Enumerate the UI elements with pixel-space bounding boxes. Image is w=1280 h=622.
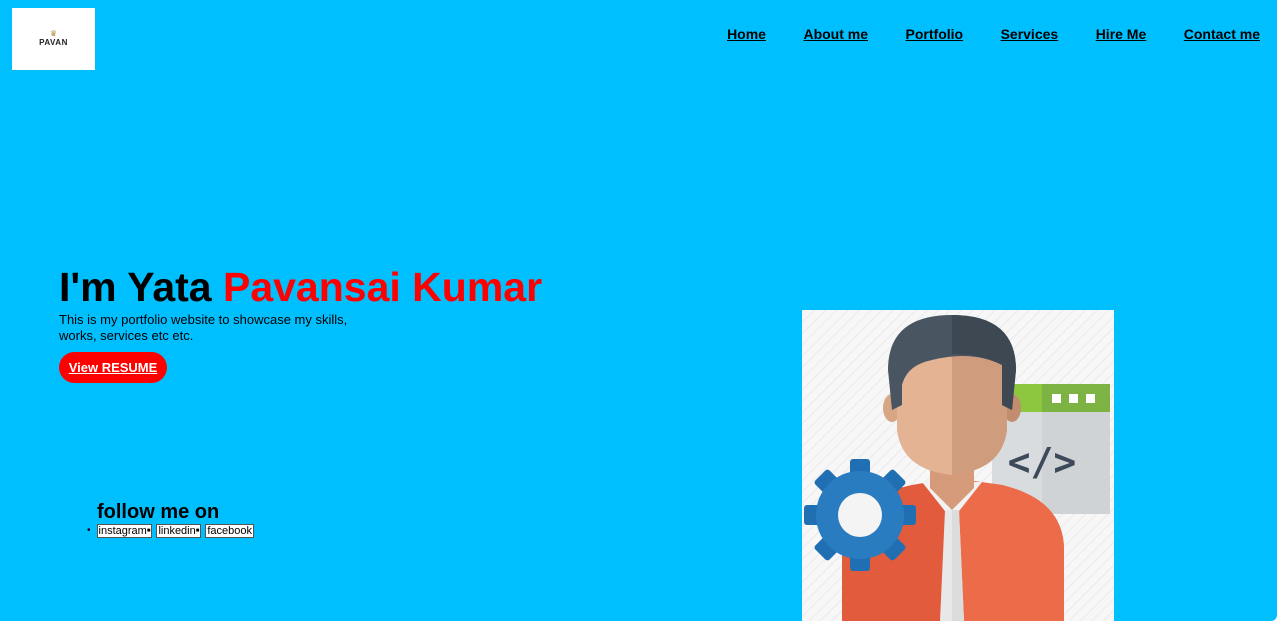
- instagram-label: instagram: [98, 525, 147, 537]
- developer-illustration: </>: [802, 310, 1114, 621]
- logo-text: PAVAN: [39, 38, 68, 47]
- nav-link-about[interactable]: About me: [803, 26, 868, 42]
- hero-description: This is my portfolio website to showcase…: [59, 312, 348, 343]
- list-bullet: •: [87, 525, 91, 537]
- nav-link-portfolio[interactable]: Portfolio: [906, 26, 964, 42]
- page-background: ♛ PAVAN Home About me Portfolio Services…: [0, 0, 1277, 621]
- hero-title-name: Pavansai Kumar: [222, 264, 543, 310]
- nav-link-home[interactable]: Home: [727, 26, 766, 42]
- instagram-link[interactable]: instagram■: [96, 524, 153, 539]
- view-resume-button[interactable]: View RESUME: [59, 352, 167, 383]
- external-link-icon: ■: [195, 528, 200, 535]
- hero-title-prefix: I'm Yata: [59, 264, 223, 310]
- external-link-icon: ■: [146, 528, 151, 535]
- facebook-label: facebook: [207, 525, 253, 538]
- facebook-link[interactable]: facebook: [205, 524, 255, 539]
- linkedin-label: linkedin: [158, 525, 196, 537]
- main-nav: Home About me Portfolio Services Hire Me…: [727, 26, 1260, 42]
- hero-heading: I'm Yata Pavansai Kumar: [59, 264, 542, 310]
- gear-icon: [804, 459, 916, 571]
- nav-link-contact[interactable]: Contact me: [1184, 26, 1260, 42]
- crown-icon: ♛: [49, 29, 58, 38]
- social-links: • instagram■ linkedin■ facebook: [87, 524, 258, 539]
- nav-link-services[interactable]: Services: [1001, 26, 1059, 42]
- site-logo[interactable]: ♛ PAVAN: [12, 8, 95, 70]
- code-glyph: </>: [1008, 440, 1077, 484]
- linkedin-link[interactable]: linkedin■: [156, 524, 202, 539]
- nav-link-hire[interactable]: Hire Me: [1096, 26, 1147, 42]
- follow-heading: follow me on: [97, 501, 220, 523]
- developer-avatar-icon: </>: [802, 310, 1114, 621]
